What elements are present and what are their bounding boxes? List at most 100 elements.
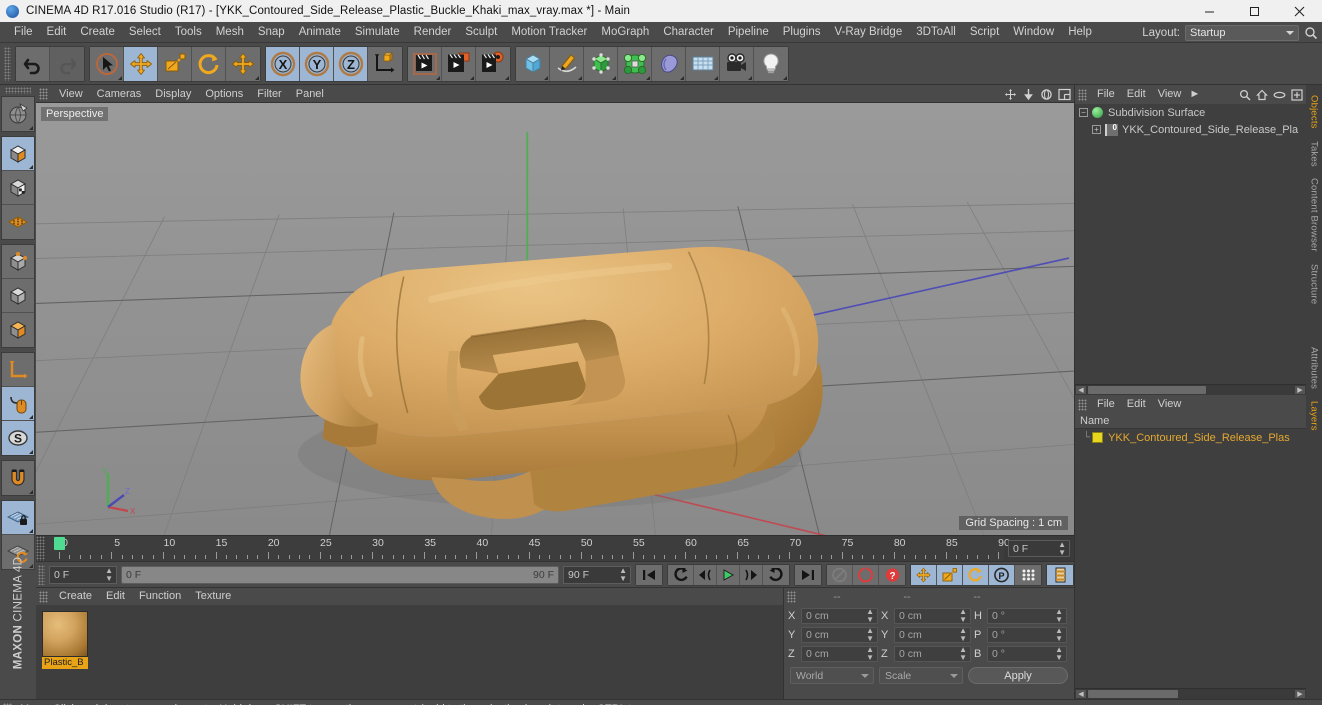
toggle-layout-icon[interactable] <box>1058 88 1071 101</box>
texture-mode-button[interactable] <box>2 171 34 205</box>
object-manager-hscrollbar[interactable]: ◀ ▶ <box>1075 384 1306 395</box>
scroll-right-arrow-icon[interactable]: ▶ <box>1295 386 1305 394</box>
pan-view-icon[interactable] <box>1004 88 1017 101</box>
add-environment-button[interactable] <box>686 46 720 81</box>
viewport-grip[interactable] <box>39 87 48 100</box>
menu-edit[interactable]: Edit <box>40 22 74 43</box>
menu-window[interactable]: Window <box>1006 22 1061 43</box>
record-position-button[interactable] <box>911 564 937 585</box>
spinner-icon[interactable]: ▲ ▼ <box>959 626 967 643</box>
viewport-menu-options[interactable]: Options <box>198 85 250 103</box>
points-mode-button[interactable] <box>2 205 34 239</box>
coord-input-rot-p[interactable]: 0 ° ▲ ▼ <box>987 626 1067 643</box>
layers-manager-grip[interactable] <box>1078 398 1087 411</box>
spinner-icon[interactable]: ▲ ▼ <box>1055 607 1063 624</box>
step-forward-button[interactable] <box>740 564 763 585</box>
object-manager-tree[interactable]: − Subdivision Surface + YKK_Contoured_Si… <box>1075 104 1306 384</box>
timeline-ruler[interactable]: 0 5 10 15 20 25 30 35 40 45 50 55 60 65 70 75 80 85 90 <box>45 536 1010 561</box>
rotate-tool-button[interactable] <box>192 46 226 81</box>
dock-tab-takes[interactable]: Takes <box>1308 135 1321 173</box>
coord-input-size-y[interactable]: 0 cm ▲ ▼ <box>894 626 971 643</box>
add-scene-object-button[interactable] <box>652 46 686 81</box>
perspective-viewport[interactable]: Perspective Grid Spacing : 1 cm Y X Z <box>36 103 1074 535</box>
layer-color-swatch[interactable] <box>1092 432 1104 443</box>
object-menu-view[interactable]: View <box>1152 85 1188 104</box>
dolly-view-icon[interactable] <box>1022 88 1035 101</box>
spinner-icon[interactable]: ▲ ▼ <box>866 607 874 624</box>
apply-button[interactable]: Apply <box>968 667 1068 684</box>
menu-simulate[interactable]: Simulate <box>348 22 407 43</box>
object-manager-grip[interactable] <box>1078 88 1087 101</box>
dock-tab-layers[interactable]: Layers <box>1308 395 1321 437</box>
layer-row-buckle-material[interactable]: └ YKK_Contoured_Side_Release_Plas <box>1075 429 1306 446</box>
coord-input-size-z[interactable]: 0 cm ▲ ▼ <box>894 645 971 662</box>
layers-menu-edit[interactable]: Edit <box>1121 395 1152 414</box>
material-menu-function[interactable]: Function <box>132 588 188 605</box>
coordinate-system-dropdown[interactable]: World <box>790 667 874 684</box>
dock-tab-content-browser[interactable]: Content Browser <box>1308 172 1321 258</box>
lock-z-axis-button[interactable]: Z <box>334 46 368 81</box>
layers-list[interactable]: └ YKK_Contoured_Side_Release_Plas <box>1075 429 1306 688</box>
menu-3dtoall[interactable]: 3DToAll <box>909 22 963 43</box>
material-menu-create[interactable]: Create <box>52 588 99 605</box>
play-button[interactable] <box>717 564 740 585</box>
spinner-icon[interactable]: ▲ ▼ <box>959 645 967 662</box>
coordinates-grip[interactable] <box>787 590 796 603</box>
viewport-menu-display[interactable]: Display <box>148 85 198 103</box>
add-generator-button[interactable] <box>584 46 618 81</box>
record-parameter-button[interactable] <box>1015 564 1041 585</box>
layers-hscrollbar[interactable]: ◀ ▶ <box>1075 688 1306 699</box>
timeline-playhead[interactable] <box>54 537 65 550</box>
transform-tool-button[interactable] <box>226 46 260 81</box>
scroll-thumb[interactable] <box>1088 386 1206 394</box>
autokeying-button[interactable] <box>853 564 879 585</box>
layers-menu-file[interactable]: File <box>1091 395 1121 414</box>
object-menu-file[interactable]: File <box>1091 85 1121 104</box>
record-pla-button[interactable]: P <box>989 564 1015 585</box>
scroll-left-arrow-icon[interactable]: ◀ <box>1076 690 1086 698</box>
search-icon[interactable] <box>1304 26 1318 40</box>
record-rotation-button[interactable] <box>963 564 989 585</box>
viewport-menu-filter[interactable]: Filter <box>250 85 288 103</box>
menu-snap[interactable]: Snap <box>251 22 292 43</box>
transport-grip[interactable] <box>38 564 45 585</box>
coord-input-pos-y[interactable]: 0 cm ▲ ▼ <box>801 626 878 643</box>
object-row-buckle-mesh[interactable]: + YKK_Contoured_Side_Release_Pla <box>1075 121 1306 138</box>
menu-help[interactable]: Help <box>1061 22 1099 43</box>
menu-script[interactable]: Script <box>963 22 1006 43</box>
close-button[interactable] <box>1277 0 1322 22</box>
menu-tools[interactable]: Tools <box>168 22 209 43</box>
dock-tab-attributes[interactable]: Attributes <box>1308 341 1321 395</box>
menu-motion-tracker[interactable]: Motion Tracker <box>504 22 594 43</box>
add-deformer-button[interactable] <box>618 46 652 81</box>
render-view-button[interactable] <box>408 46 442 81</box>
model-mode-button[interactable] <box>2 137 34 171</box>
search-icon[interactable] <box>1239 89 1251 101</box>
left-toolbar-grip[interactable] <box>5 87 31 94</box>
add-cube-button[interactable] <box>516 46 550 81</box>
expand-toggle-icon[interactable]: − <box>1079 108 1088 117</box>
make-editable-button[interactable] <box>2 97 34 131</box>
move-tool-button[interactable] <box>124 46 158 81</box>
lock-x-axis-button[interactable]: X <box>266 46 300 81</box>
timeline-view-button[interactable] <box>1047 564 1073 585</box>
spinner-icon[interactable]: ▲ ▼ <box>866 626 874 643</box>
menu-character[interactable]: Character <box>656 22 721 43</box>
edges-mode-button[interactable] <box>2 245 34 279</box>
coord-input-pos-z[interactable]: 0 cm ▲ ▼ <box>801 645 878 662</box>
spinner-icon[interactable]: ▲ ▼ <box>1058 540 1066 557</box>
viewport-menu-panel[interactable]: Panel <box>289 85 331 103</box>
material-menu-texture[interactable]: Texture <box>188 588 238 605</box>
material-menu-edit[interactable]: Edit <box>99 588 132 605</box>
viewport-menu-cameras[interactable]: Cameras <box>90 85 149 103</box>
lock-y-axis-button[interactable]: Y <box>300 46 334 81</box>
object-row-subdivision-surface[interactable]: − Subdivision Surface <box>1075 104 1306 121</box>
timeline-grip[interactable] <box>36 536 45 561</box>
orbit-view-icon[interactable] <box>1040 88 1053 101</box>
new-layer-icon[interactable] <box>1291 88 1303 101</box>
object-menu-overflow[interactable]: ► <box>1187 85 1202 104</box>
eye-icon[interactable] <box>1273 89 1286 101</box>
go-to-end-button[interactable] <box>795 564 821 585</box>
current-frame-field[interactable]: 0 F ▲ ▼ <box>49 565 117 584</box>
material-chip[interactable]: Plastic_B <box>42 611 88 669</box>
